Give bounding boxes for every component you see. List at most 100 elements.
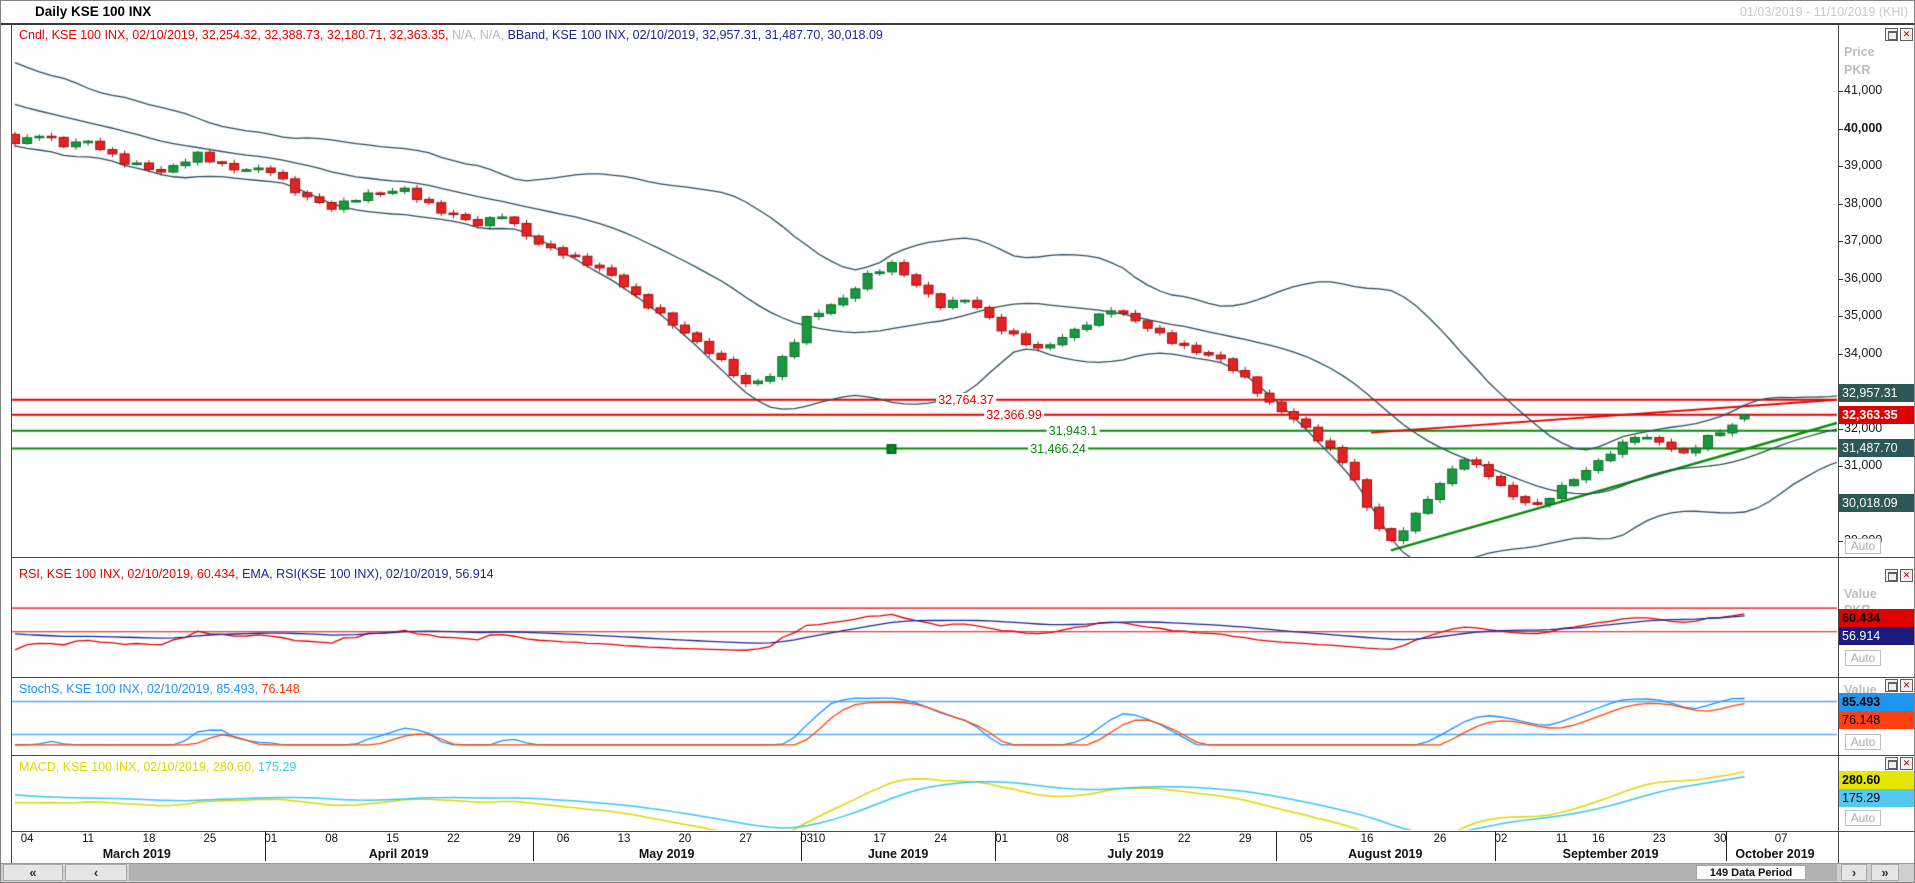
- month-separator-tick: [532, 831, 534, 861]
- macd-value-box: 280.60: [1839, 771, 1914, 789]
- macd-legend[interactable]: MACD, KSE 100 INX, 02/10/2019, 280.60, 1…: [19, 760, 296, 774]
- x-axis-day-label: 13: [617, 833, 631, 845]
- y-axis-tick-mark: [1839, 91, 1843, 92]
- macd-value-box: 175.29: [1839, 789, 1914, 807]
- x-axis-day-label: 06: [556, 833, 570, 845]
- macd-panel-buttons: ✕: [1885, 757, 1913, 770]
- close-icon[interactable]: ✕: [1900, 569, 1913, 582]
- x-axis-day-label: 01: [995, 833, 1008, 845]
- panel-separator-rsi[interactable]: [11, 557, 1914, 558]
- x-axis-day-label: 20: [678, 833, 692, 845]
- price-legend[interactable]: Cndl, KSE 100 INX, 02/10/2019, 32,254.32…: [19, 28, 883, 42]
- x-axis-day-label: 27: [739, 833, 753, 845]
- x-axis-day-label: 22: [1177, 833, 1191, 845]
- price-value-box: 30,018.09: [1839, 494, 1914, 512]
- bband-legend[interactable]: BBand, KSE 100 INX, 02/10/2019, 32,957.3…: [504, 28, 883, 42]
- x-axis-day-label: 03: [800, 833, 814, 845]
- stoch-auto-button[interactable]: Auto: [1845, 734, 1881, 750]
- axis-unit-pkr: PKR: [1844, 63, 1871, 77]
- scrollbar-thumb[interactable]: [129, 864, 1837, 881]
- restore-icon[interactable]: [1885, 757, 1898, 770]
- rsi-auto-button[interactable]: Auto: [1845, 650, 1881, 666]
- restore-icon[interactable]: [1885, 28, 1898, 41]
- close-icon[interactable]: ✕: [1900, 679, 1913, 692]
- x-axis-day-label: 02: [1494, 833, 1508, 845]
- axis-title-price: Price: [1844, 45, 1875, 59]
- x-axis-day-label: 07: [1774, 833, 1788, 845]
- x-axis-day-label: 22: [447, 833, 460, 845]
- x-axis-month-label: September 2019: [1562, 847, 1659, 861]
- stoch-legend[interactable]: StochS, KSE 100 INX, 02/10/2019, 85.493,…: [19, 682, 300, 696]
- y-axis-tick-mark: [1839, 316, 1843, 317]
- x-axis-month-label: August 2019: [1348, 847, 1423, 861]
- price-alert-line-label[interactable]: 32,366.99: [984, 407, 1044, 422]
- price-alert-line-label[interactable]: 31,943.1: [1046, 423, 1100, 438]
- y-axis-tick-mark: [1839, 203, 1843, 205]
- x-axis-day-label: 30: [1713, 833, 1727, 845]
- na-legend: N/A, N/A,: [448, 28, 505, 42]
- y-axis-tick-mark: [1839, 278, 1843, 280]
- x-axis-day-label: 11: [82, 833, 95, 845]
- scroll-first-button[interactable]: «: [3, 864, 63, 881]
- rsi-legend[interactable]: RSI, KSE 100 INX, 02/10/2019, 60.434, EM…: [19, 567, 494, 581]
- chart-canvas[interactable]: [1, 1, 1914, 882]
- macd-legend-text[interactable]: MACD, KSE 100 INX, 02/10/2019, 280.60,: [19, 760, 258, 774]
- price-value-box: 32,957.31: [1839, 384, 1914, 402]
- date-range: 01/03/2019 - 11/10/2019 (KHI): [1740, 5, 1908, 19]
- y-axis-tick-label: 41,000: [1844, 83, 1883, 97]
- x-axis-day-label: 15: [1116, 833, 1130, 845]
- price-auto-button[interactable]: Auto: [1845, 538, 1881, 554]
- y-axis-tick-label: 38,000: [1844, 195, 1883, 210]
- y-axis-tick-label: 39,000: [1844, 158, 1883, 172]
- x-axis-month-label: April 2019: [368, 847, 429, 861]
- x-axis-day-label: 17: [873, 833, 887, 845]
- restore-icon[interactable]: [1885, 679, 1898, 692]
- close-icon[interactable]: ✕: [1900, 757, 1913, 770]
- panel-separator-macd[interactable]: [11, 755, 1914, 756]
- price-panel-buttons: ✕: [1885, 28, 1913, 41]
- x-axis-month-label: May 2019: [638, 847, 695, 861]
- stoch-panel-buttons: ✕: [1885, 679, 1913, 692]
- data-period-badge[interactable]: 149 Data Period: [1696, 865, 1806, 880]
- x-axis-month-label: October 2019: [1735, 847, 1815, 861]
- x-axis-month-label: July 2019: [1107, 847, 1164, 861]
- y-axis-tick-mark: [1839, 166, 1843, 167]
- x-axis-day-label: 10: [812, 833, 826, 845]
- stoch-value-box: 85.493: [1839, 693, 1914, 711]
- x-axis-day-label: 11: [1555, 833, 1568, 845]
- chart-title: Daily KSE 100 INX: [35, 4, 152, 19]
- stoch-k-legend-text[interactable]: StochS, KSE 100 INX, 02/10/2019, 85.493,: [19, 682, 262, 696]
- x-axis-day-label: 04: [20, 833, 34, 845]
- x-axis-day-label: 16: [1360, 833, 1374, 845]
- y-axis-tick-label: 37,000: [1844, 233, 1883, 247]
- macd-auto-button[interactable]: Auto: [1845, 810, 1881, 826]
- rsi-value-box: 56.914: [1839, 627, 1914, 645]
- scroll-next-button[interactable]: ›: [1841, 864, 1867, 881]
- rsi-axis-title: Value: [1844, 587, 1877, 601]
- rsi-ema-legend-text[interactable]: EMA, RSI(KSE 100 INX), 02/10/2019, 56.91…: [242, 567, 494, 581]
- x-axis-day-label: 25: [203, 833, 217, 845]
- y-axis-tick-label: 31,000: [1844, 458, 1883, 472]
- x-axis-month-label: June 2019: [867, 847, 929, 861]
- rsi-legend-text[interactable]: RSI, KSE 100 INX, 02/10/2019, 60.434,: [19, 567, 242, 581]
- y-axis-tick-mark: [1839, 466, 1843, 467]
- price-value-box: 31,487.70: [1839, 439, 1914, 457]
- y-axis-tick-mark: [1839, 241, 1843, 242]
- y-axis-tick-mark: [1839, 541, 1843, 542]
- macd-signal-legend-text[interactable]: 175.29: [258, 760, 296, 774]
- title-bar: Daily KSE 100 INX 01/03/2019 - 11/10/201…: [1, 1, 1914, 25]
- panel-separator-stoch[interactable]: [11, 677, 1914, 678]
- y-axis-tick-label: 34,000: [1844, 345, 1883, 360]
- close-icon[interactable]: ✕: [1900, 28, 1913, 41]
- price-alert-line-label[interactable]: 32,764.37: [936, 392, 996, 407]
- scroll-prev-button[interactable]: ‹: [65, 864, 127, 881]
- restore-icon[interactable]: [1885, 569, 1898, 582]
- rsi-value-box: 60.434: [1839, 609, 1914, 627]
- x-axis-day-label: 24: [934, 833, 948, 845]
- price-alert-line-label[interactable]: 31,466.24: [1028, 441, 1088, 456]
- stoch-d-legend-text[interactable]: 76.148: [262, 682, 300, 696]
- x-axis-day-label: 29: [1238, 833, 1252, 845]
- candle-legend[interactable]: Cndl, KSE 100 INX, 02/10/2019, 32,254.32…: [19, 28, 449, 42]
- scroll-last-button[interactable]: »: [1871, 864, 1899, 881]
- y-axis-tick-mark: [1839, 428, 1843, 430]
